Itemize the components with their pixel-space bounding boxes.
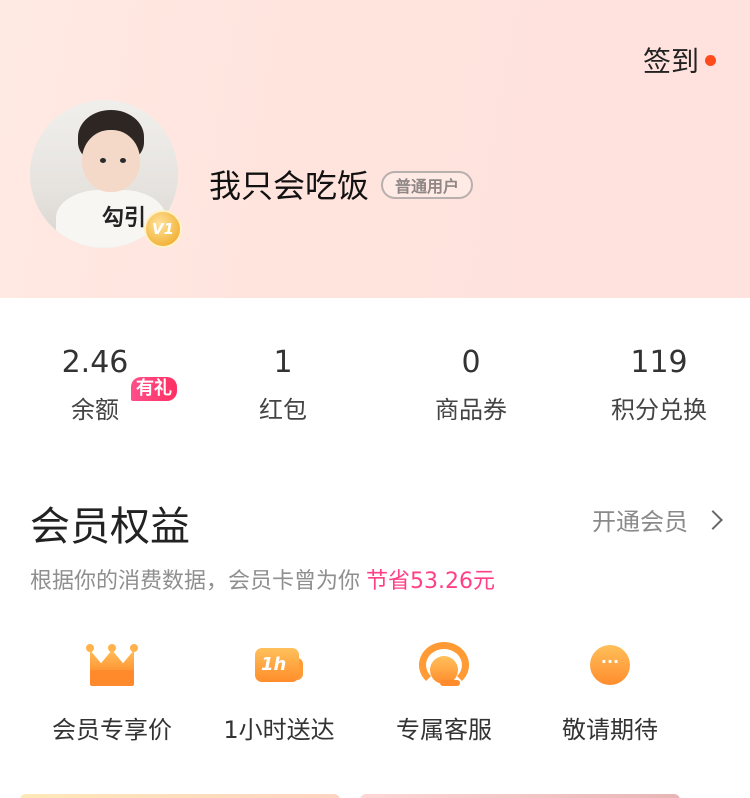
benefit-label: 敬请期待 xyxy=(562,716,658,744)
username[interactable]: 我只会吃饭 xyxy=(209,161,369,207)
stat-points-exchange[interactable]: 119 积分兑换 xyxy=(569,340,749,425)
customer-service-icon xyxy=(418,640,470,690)
membership-benefits: 会员专享价 1h 1小时送达 专属客服 ··· 敬请期待 xyxy=(0,640,750,750)
promo-card[interactable] xyxy=(360,794,680,798)
signin-label: 签到 xyxy=(642,45,699,78)
benefit-member-price[interactable]: 会员专享价 xyxy=(27,640,197,745)
signin-notification-dot xyxy=(705,54,716,66)
benefit-label: 专属客服 xyxy=(396,716,492,744)
stat-red-packet[interactable]: 1 红包 xyxy=(193,340,373,425)
avatar-caption: 勾引 xyxy=(102,206,147,231)
signin-button[interactable]: 签到 xyxy=(643,40,716,80)
stat-label: 商品券 xyxy=(435,396,507,424)
stat-value: 0 xyxy=(461,345,481,380)
crown-icon xyxy=(86,640,138,690)
benefit-coming-soon[interactable]: ··· 敬请期待 xyxy=(525,640,695,745)
stat-coupons[interactable]: 0 商品券 xyxy=(381,340,561,425)
benefit-one-hour-delivery[interactable]: 1h 1小时送达 xyxy=(194,640,364,745)
benefit-label: 1小时送达 xyxy=(223,716,335,744)
stat-label: 积分兑换 xyxy=(611,396,707,424)
profile-header: 签到 勾引 V1 我只会吃饭 普通用户 xyxy=(0,0,750,298)
stat-balance[interactable]: 2.46 余额 有礼 xyxy=(5,340,185,425)
savings-desc-text: 根据你的消费数据，会员卡曾为你 xyxy=(30,569,361,594)
more-icon-dots: ··· xyxy=(590,645,630,685)
account-stats: 2.46 余额 有礼 1 红包 0 商品券 119 积分兑换 xyxy=(0,340,750,450)
stat-value: 1 xyxy=(273,345,293,380)
promo-card[interactable] xyxy=(20,794,340,798)
savings-amount: 节省53.26元 xyxy=(366,569,495,594)
more-icon: ··· xyxy=(584,640,636,690)
open-membership-link[interactable]: 开通会员 xyxy=(592,502,723,537)
benefit-label: 会员专享价 xyxy=(52,716,172,744)
stat-label: 红包 xyxy=(259,396,307,424)
avatar-container[interactable]: 勾引 V1 xyxy=(30,100,184,250)
user-type-badge: 普通用户 xyxy=(381,171,474,199)
stat-value: 119 xyxy=(630,345,688,380)
chevron-right-icon xyxy=(703,509,723,530)
delivery-truck-icon: 1h xyxy=(253,640,305,690)
membership-savings-desc: 根据你的消费数据，会员卡曾为你 节省53.26元 xyxy=(30,563,495,595)
open-membership-label: 开通会员 xyxy=(592,508,688,536)
truck-icon-text: 1h xyxy=(255,648,299,682)
membership-title: 会员权益 xyxy=(30,504,190,550)
vip-level-badge: V1 xyxy=(144,210,182,248)
benefit-customer-service[interactable]: 专属客服 xyxy=(359,640,529,745)
promo-cards-peek xyxy=(0,790,750,798)
gift-badge: 有礼 xyxy=(131,377,177,401)
